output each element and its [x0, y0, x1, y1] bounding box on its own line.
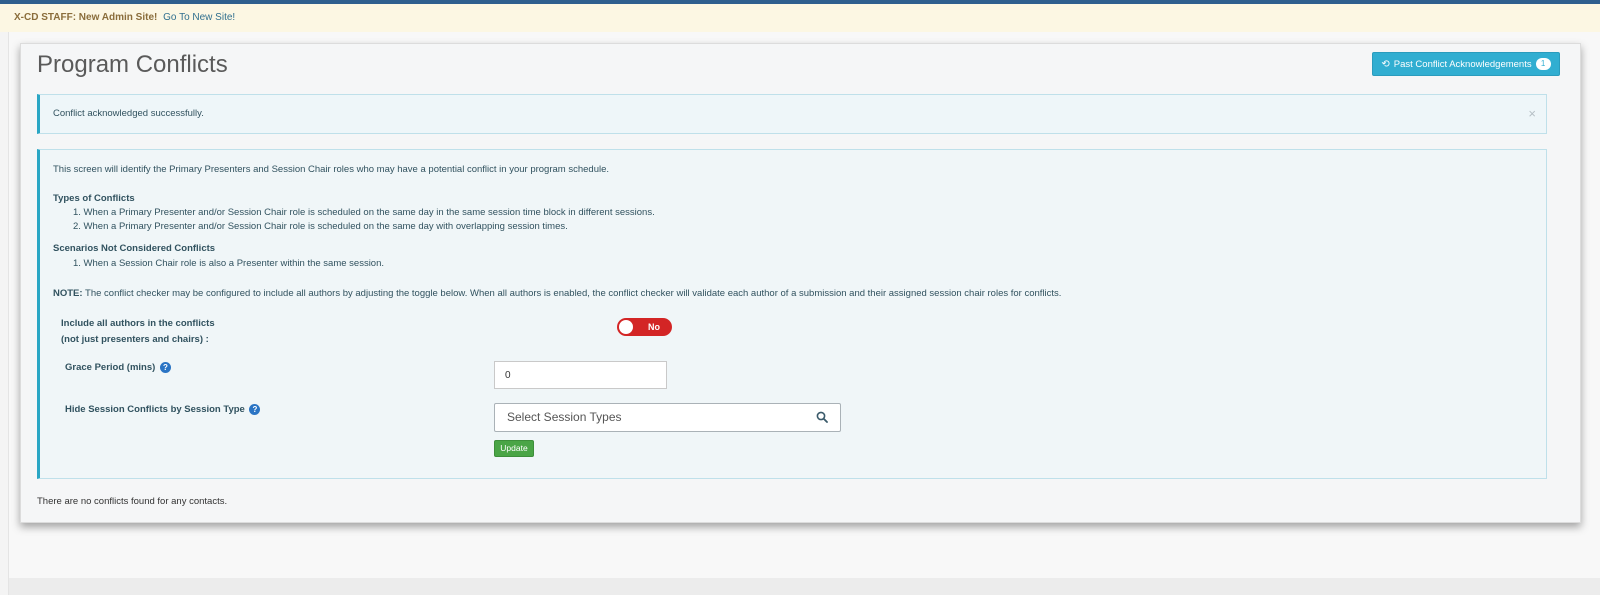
session-types-placeholder: Select Session Types — [507, 410, 622, 424]
include-authors-toggle[interactable]: No — [617, 318, 672, 336]
page-area: Program Conflicts ⟲ Past Conflict Acknow… — [9, 32, 1600, 578]
conflict-info-box: This screen will identify the Primary Pr… — [37, 149, 1547, 479]
go-to-new-site-link[interactable]: Go To New Site! — [163, 12, 235, 23]
hide-session-conflicts-text: Hide Session Conflicts by Session Type — [65, 404, 245, 416]
no-conflicts-message: There are no conflicts found for any con… — [37, 496, 228, 507]
note-text: NOTE: The conflict checker may be config… — [53, 288, 1061, 299]
search-icon — [816, 411, 828, 423]
grace-period-input[interactable] — [494, 361, 667, 389]
note-body: The conflict checker may be configured t… — [82, 288, 1062, 299]
note-label: NOTE: — [53, 288, 83, 299]
grace-period-label: Grace Period (mins) ? — [65, 362, 171, 373]
update-button[interactable]: Update — [494, 440, 534, 457]
past-conflict-acknowledgements-button[interactable]: ⟲ Past Conflict Acknowledgements 1 — [1372, 52, 1560, 76]
past-button-label: Past Conflict Acknowledgements — [1393, 58, 1532, 70]
include-authors-label-line2: (not just presenters and chairs) : — [61, 334, 209, 345]
staff-banner-label: X-CD STAFF: New Admin Site! — [14, 12, 158, 23]
close-icon[interactable]: × — [1528, 95, 1536, 133]
scenarios-heading: Scenarios Not Considered Conflicts — [53, 243, 216, 254]
type-item-1: 1. When a Primary Presenter and/or Sessi… — [73, 207, 655, 218]
grace-period-text: Grace Period (mins) — [65, 362, 156, 374]
alert-message: Conflict acknowledged successfully. — [53, 108, 204, 119]
include-authors-label-line1: Include all authors in the conflicts — [61, 318, 215, 329]
program-conflicts-panel: Program Conflicts ⟲ Past Conflict Acknow… — [20, 43, 1581, 523]
hide-session-conflicts-label: Hide Session Conflicts by Session Type ? — [65, 404, 261, 416]
left-sidebar-strip — [0, 32, 9, 595]
toggle-label: No — [648, 322, 660, 332]
page-title: Program Conflicts — [37, 51, 228, 78]
types-heading: Types of Conflicts — [53, 193, 135, 204]
help-icon[interactable]: ? — [249, 404, 261, 415]
staff-banner: X-CD STAFF: New Admin Site! Go To New Si… — [0, 4, 1600, 32]
count-badge: 1 — [1535, 58, 1551, 70]
type-item-2: 2. When a Primary Presenter and/or Sessi… — [73, 221, 568, 232]
toggle-knob — [619, 320, 633, 334]
history-icon: ⟲ — [1381, 58, 1390, 70]
help-icon[interactable]: ? — [159, 362, 171, 373]
intro-text: This screen will identify the Primary Pr… — [53, 164, 610, 175]
session-types-select[interactable]: Select Session Types — [494, 403, 841, 432]
success-alert: Conflict acknowledged successfully. × — [37, 94, 1547, 134]
scenario-item-1: 1. When a Session Chair role is also a P… — [73, 258, 385, 269]
